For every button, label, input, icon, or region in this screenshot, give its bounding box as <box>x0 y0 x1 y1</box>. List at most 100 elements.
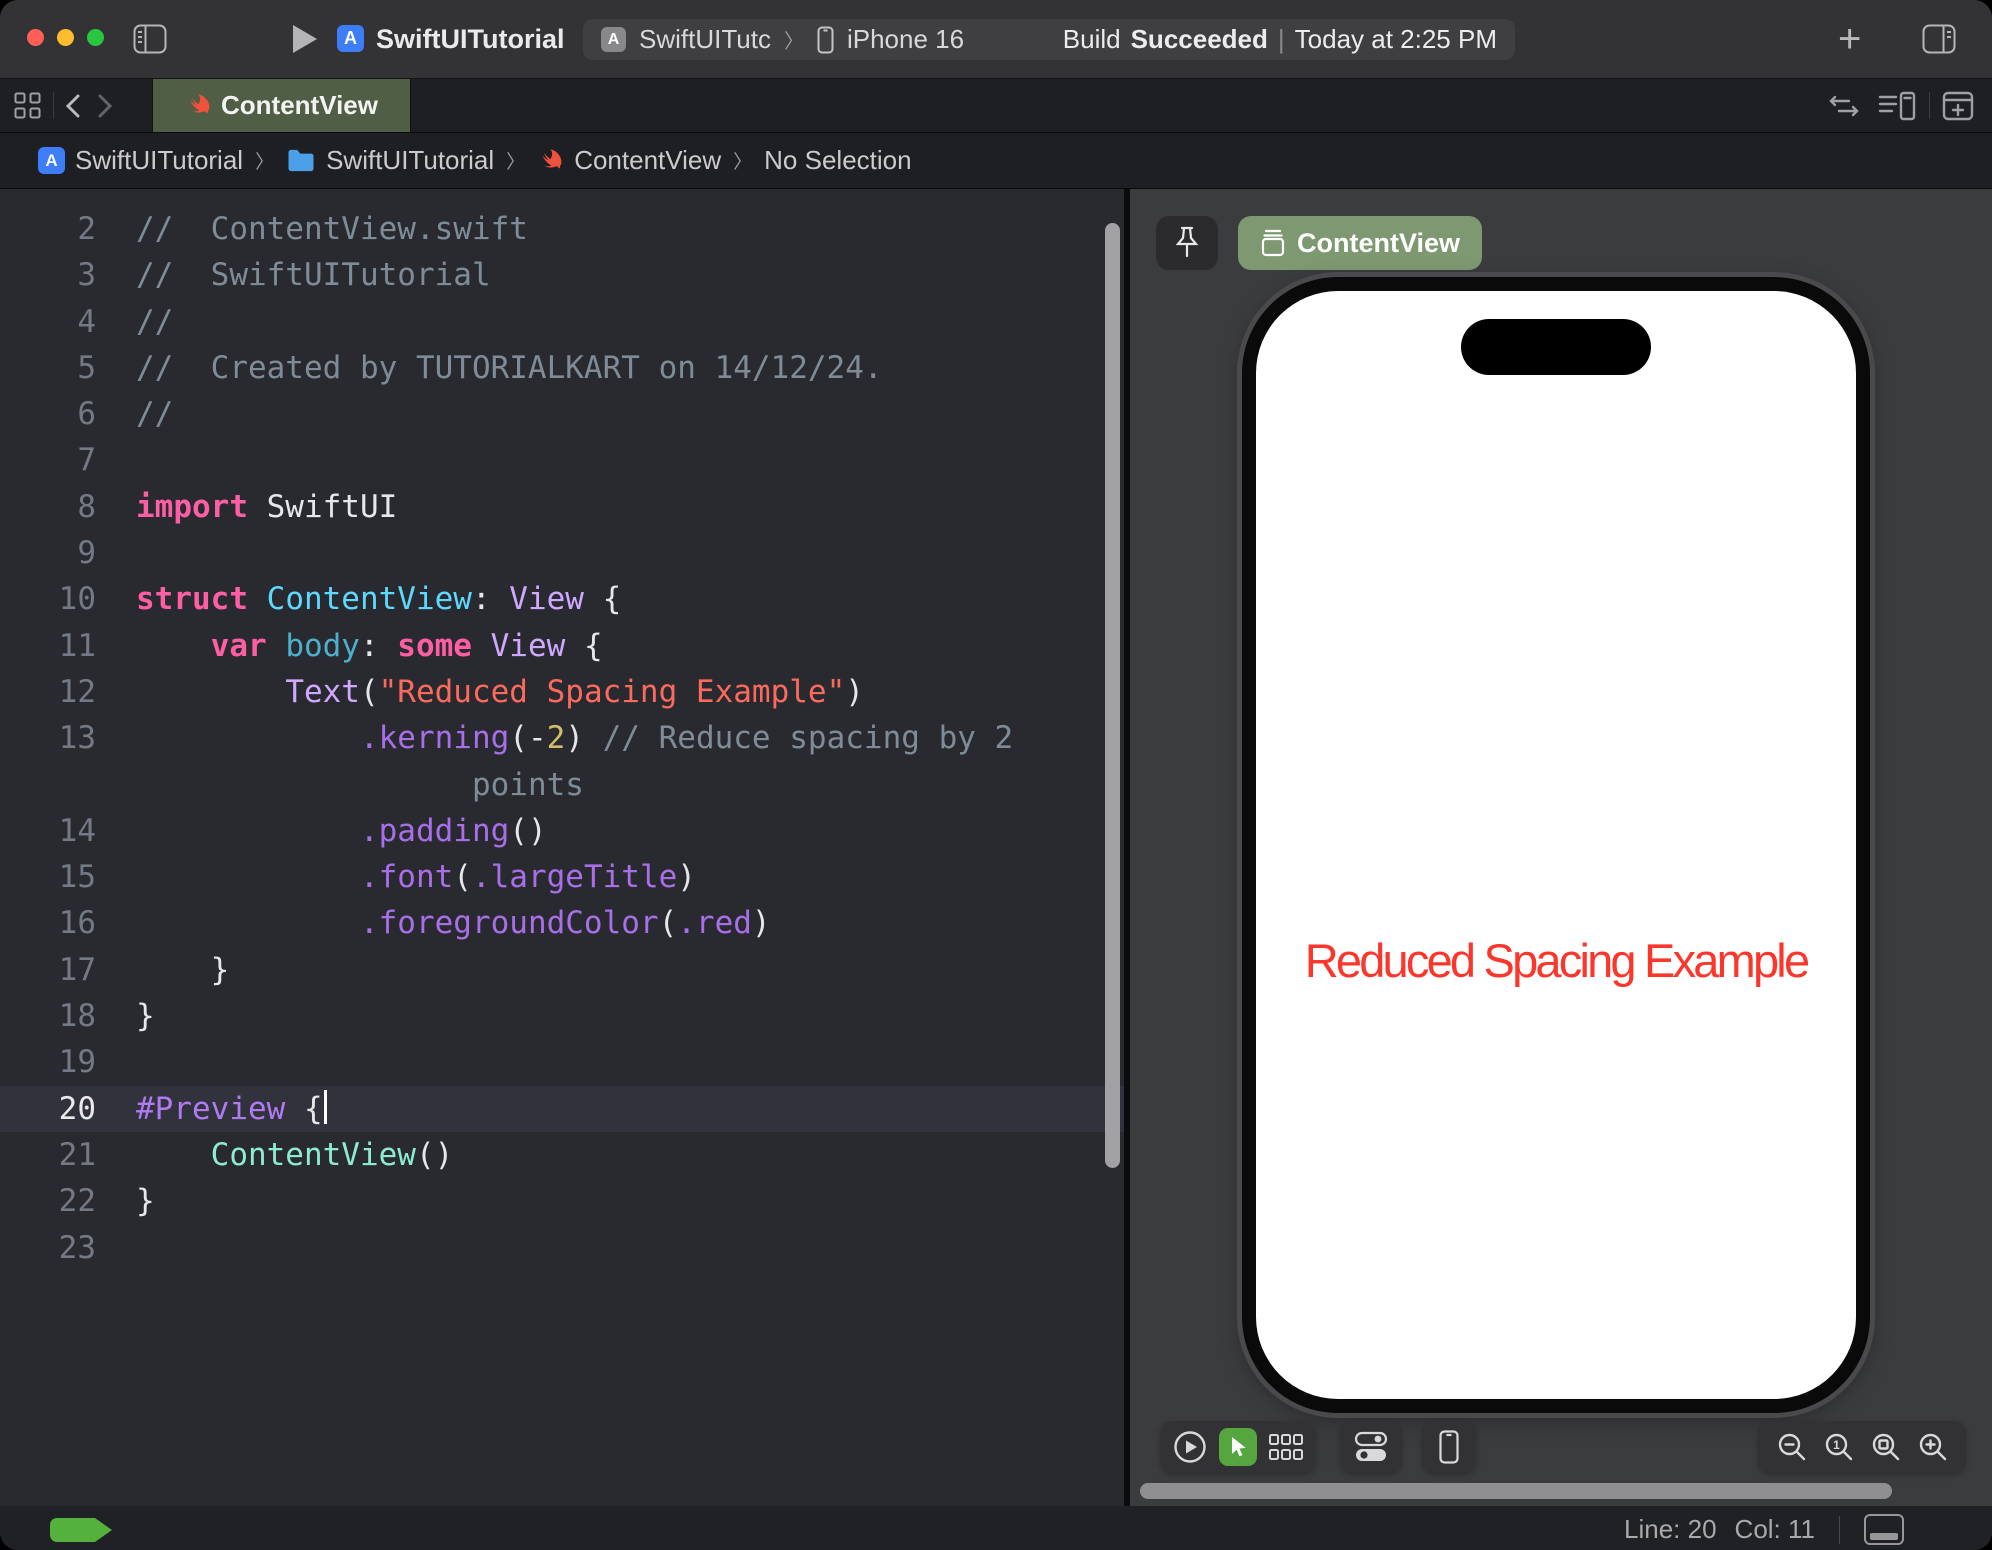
chevron-right-icon: 〉 <box>733 152 753 173</box>
preview-device-button[interactable] <box>1422 1421 1476 1473</box>
window-title: SwiftUITutorial <box>376 24 565 54</box>
zoom-in-icon[interactable] <box>1918 1432 1948 1462</box>
breakpoint-badge[interactable] <box>50 1517 114 1542</box>
code-text: // <box>136 303 174 340</box>
zoom-window-button[interactable] <box>87 29 104 46</box>
code-line[interactable]: 12 Text("Reduced Spacing Example") <box>0 669 1124 715</box>
line-number: 22 <box>58 1183 96 1220</box>
code-text: points <box>471 766 584 803</box>
code-line[interactable]: 17 } <box>0 947 1124 993</box>
pushpin-icon <box>1175 226 1199 258</box>
code-line[interactable]: 14 .padding() <box>0 808 1124 854</box>
breadcrumb-label: ContentView <box>574 145 722 175</box>
cursor-arrow-icon <box>1232 1437 1246 1457</box>
code-line[interactable]: 9 <box>0 530 1124 576</box>
app-target-icon: A <box>337 25 364 52</box>
code-line[interactable]: 23 <box>0 1225 1124 1271</box>
chevron-right-icon: 〉 <box>506 152 526 173</box>
code-line[interactable]: 11 var body: some View { <box>0 623 1124 669</box>
breadcrumb-item[interactable]: ContentView <box>537 145 721 176</box>
run-button[interactable] <box>291 23 319 55</box>
code-line[interactable]: 19 <box>0 1039 1124 1085</box>
tab-contentview[interactable]: ContentView <box>152 79 411 132</box>
toggle-right-sidebar-icon[interactable] <box>1922 24 1956 54</box>
iphone-screen[interactable]: Reduced Spacing Example <box>1256 291 1856 1399</box>
code-line-current[interactable]: 20 #Preview { <box>0 1085 1124 1132</box>
add-editor-icon[interactable] <box>1942 91 1974 121</box>
source-editor[interactable]: 2 // ContentView.swift 3 // SwiftUITutorial… <box>0 189 1130 1506</box>
code-line[interactable]: 7 <box>0 437 1124 483</box>
code-text: .font(.largeTitle) <box>359 859 696 896</box>
zoom-fit-icon[interactable] <box>1871 1432 1901 1462</box>
code-line[interactable]: 16 .foregroundColor(.red) <box>0 900 1124 946</box>
close-window-button[interactable] <box>27 29 44 46</box>
code-line[interactable]: 6 // <box>0 391 1124 437</box>
toggle-left-sidebar-icon[interactable] <box>133 24 167 54</box>
minimize-window-button[interactable] <box>57 29 74 46</box>
breadcrumb-item[interactable]: A SwiftUITutorial <box>38 145 243 176</box>
editor-vertical-scrollbar[interactable] <box>1105 223 1120 1168</box>
selectable-mode-button[interactable] <box>1219 1428 1257 1466</box>
line-number: 11 <box>58 627 96 664</box>
breadcrumb-item[interactable]: No Selection <box>764 145 911 176</box>
hide-statusbar-icon[interactable] <box>1864 1514 1904 1545</box>
scheme-selector[interactable]: A SwiftUITutc 〉 iPhone 16 Build Succeeded… <box>583 19 1515 60</box>
library-add-button[interactable]: + <box>1838 12 1861 66</box>
scheme-name[interactable]: SwiftUITutc <box>639 24 771 55</box>
code-line[interactable]: 8 import SwiftUI <box>0 484 1124 530</box>
code-review-icon[interactable] <box>1827 93 1861 119</box>
code-text: } <box>136 998 155 1035</box>
line-number: 6 <box>77 396 96 433</box>
zoom-100-icon[interactable]: 1 <box>1824 1432 1854 1462</box>
code-line[interactable]: 4 // <box>0 299 1124 345</box>
build-label: Build <box>1062 24 1121 54</box>
line-number: 3 <box>77 257 96 294</box>
preview-horizontal-scrollbar[interactable] <box>1140 1483 1892 1499</box>
code-line[interactable]: points <box>0 762 1124 808</box>
pin-preview-button[interactable] <box>1156 216 1218 270</box>
toolbar: A SwiftUITutorial A SwiftUITutc 〉 iPhone… <box>0 0 1992 79</box>
status-bar: Line: 20 Col: 11 <box>0 1506 1992 1550</box>
code-line[interactable]: 18} <box>0 993 1124 1039</box>
code-text: // Created by TUTORIALKART on 14/12/24. <box>136 349 883 386</box>
navigate-back-icon[interactable] <box>65 94 81 118</box>
code-line[interactable]: 3 // SwiftUITutorial <box>0 252 1124 298</box>
text-cursor <box>323 1089 327 1124</box>
code-line[interactable]: 13 .kerning(-2) // Reduce spacing by 2 <box>0 715 1124 761</box>
code-line[interactable]: 10 struct ContentView: View { <box>0 576 1124 622</box>
line-number: 2 <box>77 211 96 247</box>
code-line[interactable]: 5 // Created by TUTORIALKART on 14/12/24. <box>0 345 1124 391</box>
breadcrumb-label: SwiftUITutorial <box>326 145 495 175</box>
canvas-icon <box>1261 229 1285 257</box>
line-number <box>0 762 96 808</box>
activity-view[interactable]: Build Succeeded | Today at 2:25 PM <box>1063 24 1497 55</box>
code-line[interactable]: 22} <box>0 1178 1124 1224</box>
device-phone-icon <box>1439 1430 1459 1464</box>
zoom-out-icon[interactable] <box>1777 1432 1807 1462</box>
navigate-forward-icon[interactable] <box>97 94 113 118</box>
chevron-right-icon: 〉 <box>255 152 275 173</box>
preview-target-pill[interactable]: ContentView <box>1238 216 1483 270</box>
code-text: import SwiftUI <box>136 488 398 525</box>
device-settings-button[interactable] <box>1340 1421 1402 1473</box>
preview-pill-label: ContentView <box>1297 227 1461 258</box>
build-status: Succeeded <box>1130 24 1268 54</box>
toggles-icon <box>1354 1431 1388 1461</box>
line-number: 4 <box>77 303 96 340</box>
line-number: 21 <box>58 1136 96 1173</box>
iphone-preview-device: Reduced Spacing Example <box>1242 277 1870 1413</box>
breadcrumb-label: No Selection <box>764 145 912 175</box>
live-preview-icon[interactable] <box>1173 1430 1207 1464</box>
breadcrumb-item[interactable]: SwiftUITutorial <box>286 145 494 176</box>
line-number: 7 <box>77 442 96 479</box>
variants-grid-icon[interactable] <box>1269 1433 1303 1461</box>
iphone-icon <box>817 26 834 53</box>
code-line[interactable]: 2 // ContentView.swift <box>0 206 1124 252</box>
code-line[interactable]: 15 .font(.largeTitle) <box>0 854 1124 900</box>
line-number: 23 <box>58 1229 96 1266</box>
run-destination[interactable]: iPhone 16 <box>847 24 964 55</box>
code-line[interactable]: 21 ContentView() <box>0 1132 1124 1178</box>
related-items-grid-icon[interactable] <box>14 92 41 119</box>
adjust-editor-options-icon[interactable] <box>1878 91 1916 121</box>
code-text: struct ContentView: View { <box>136 581 622 618</box>
